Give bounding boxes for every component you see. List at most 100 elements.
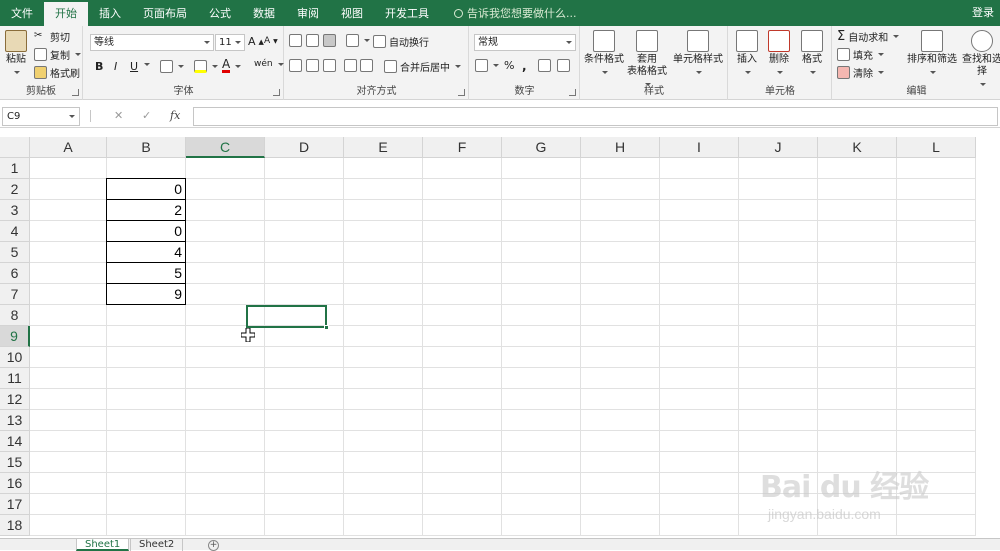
cell-h14[interactable] <box>581 431 660 452</box>
borders-button[interactable] <box>160 60 184 73</box>
cell-h2[interactable] <box>581 179 660 200</box>
cell-a13[interactable] <box>30 410 107 431</box>
cell-d14[interactable] <box>265 431 344 452</box>
cell-e2[interactable] <box>344 179 423 200</box>
cell-e10[interactable] <box>344 347 423 368</box>
cell-k5[interactable] <box>818 242 897 263</box>
cell-d11[interactable] <box>265 368 344 389</box>
cell-k15[interactable] <box>818 452 897 473</box>
cell-a6[interactable] <box>30 263 107 284</box>
cell-h15[interactable] <box>581 452 660 473</box>
cell-d2[interactable] <box>265 179 344 200</box>
cell-c11[interactable] <box>186 368 265 389</box>
cell-h8[interactable] <box>581 305 660 326</box>
cell-l15[interactable] <box>897 452 976 473</box>
cell-e6[interactable] <box>344 263 423 284</box>
cell-b15[interactable] <box>107 452 186 473</box>
grow-font-button[interactable]: A ▲ <box>248 35 264 48</box>
cell-c12[interactable] <box>186 389 265 410</box>
row-header-18[interactable]: 18 <box>0 515 30 536</box>
cell-l8[interactable] <box>897 305 976 326</box>
cell-a7[interactable] <box>30 284 107 305</box>
cell-d5[interactable] <box>265 242 344 263</box>
sheet-tab-sheet2[interactable]: Sheet2 <box>130 539 184 551</box>
cell-a14[interactable] <box>30 431 107 452</box>
cell-d18[interactable] <box>265 515 344 536</box>
cell-b11[interactable] <box>107 368 186 389</box>
cell-g14[interactable] <box>502 431 581 452</box>
bold-button[interactable]: B <box>95 60 103 73</box>
cell-i7[interactable] <box>660 284 739 305</box>
shrink-font-button[interactable]: A ▼ <box>264 36 278 46</box>
column-header-e[interactable]: E <box>344 137 423 158</box>
cell-l16[interactable] <box>897 473 976 494</box>
cell-d7[interactable] <box>265 284 344 305</box>
orientation-button[interactable] <box>346 34 370 47</box>
cell-j10[interactable] <box>739 347 818 368</box>
cell-i9[interactable] <box>660 326 739 347</box>
cell-f1[interactable] <box>423 158 502 179</box>
cell-g11[interactable] <box>502 368 581 389</box>
cell-a5[interactable] <box>30 242 107 263</box>
delete-cells-button[interactable]: 删除 <box>765 30 793 78</box>
insert-function-button[interactable]: fx <box>170 107 180 125</box>
cell-b17[interactable] <box>107 494 186 515</box>
cell-k17[interactable] <box>818 494 897 515</box>
cell-h1[interactable] <box>581 158 660 179</box>
cell-f18[interactable] <box>423 515 502 536</box>
cell-k13[interactable] <box>818 410 897 431</box>
tab-formulas[interactable]: 公式 <box>198 2 242 26</box>
cell-b2[interactable]: 0 <box>106 178 186 200</box>
cell-i13[interactable] <box>660 410 739 431</box>
cell-l9[interactable] <box>897 326 976 347</box>
align-center-button[interactable] <box>306 59 319 72</box>
align-middle-button[interactable] <box>306 34 319 47</box>
cell-e4[interactable] <box>344 221 423 242</box>
cell-f17[interactable] <box>423 494 502 515</box>
fill-button[interactable]: 填充 <box>837 47 884 62</box>
column-header-i[interactable]: I <box>660 137 739 158</box>
cell-h3[interactable] <box>581 200 660 221</box>
increase-indent-button[interactable] <box>360 59 373 72</box>
cell-f9[interactable] <box>423 326 502 347</box>
comma-button[interactable]: , <box>522 59 527 73</box>
cell-k16[interactable] <box>818 473 897 494</box>
row-header-17[interactable]: 17 <box>0 494 30 515</box>
cell-e1[interactable] <box>344 158 423 179</box>
cell-l17[interactable] <box>897 494 976 515</box>
cell-b1[interactable] <box>107 158 186 179</box>
underline-button[interactable]: U <box>130 60 138 73</box>
cell-l11[interactable] <box>897 368 976 389</box>
cell-g1[interactable] <box>502 158 581 179</box>
cell-l10[interactable] <box>897 347 976 368</box>
cell-i5[interactable] <box>660 242 739 263</box>
cell-d12[interactable] <box>265 389 344 410</box>
cell-l2[interactable] <box>897 179 976 200</box>
cell-c14[interactable] <box>186 431 265 452</box>
column-header-f[interactable]: F <box>423 137 502 158</box>
cell-j9[interactable] <box>739 326 818 347</box>
cell-f15[interactable] <box>423 452 502 473</box>
row-header-15[interactable]: 15 <box>0 452 30 473</box>
format-painter-button[interactable]: 格式刷 <box>34 65 80 80</box>
cell-c18[interactable] <box>186 515 265 536</box>
cell-j17[interactable] <box>739 494 818 515</box>
decrease-decimal-button[interactable] <box>557 59 570 72</box>
cell-f11[interactable] <box>423 368 502 389</box>
tab-page-layout[interactable]: 页面布局 <box>132 2 198 26</box>
cell-j1[interactable] <box>739 158 818 179</box>
cell-g13[interactable] <box>502 410 581 431</box>
cell-g15[interactable] <box>502 452 581 473</box>
font-size-select[interactable]: 11 <box>215 34 245 51</box>
cell-b10[interactable] <box>107 347 186 368</box>
cell-f2[interactable] <box>423 179 502 200</box>
cell-g12[interactable] <box>502 389 581 410</box>
cell-a3[interactable] <box>30 200 107 221</box>
copy-button[interactable]: 复制 <box>34 47 81 62</box>
cell-k8[interactable] <box>818 305 897 326</box>
cell-k6[interactable] <box>818 263 897 284</box>
cell-l3[interactable] <box>897 200 976 221</box>
cell-e18[interactable] <box>344 515 423 536</box>
cell-a16[interactable] <box>30 473 107 494</box>
cell-j8[interactable] <box>739 305 818 326</box>
